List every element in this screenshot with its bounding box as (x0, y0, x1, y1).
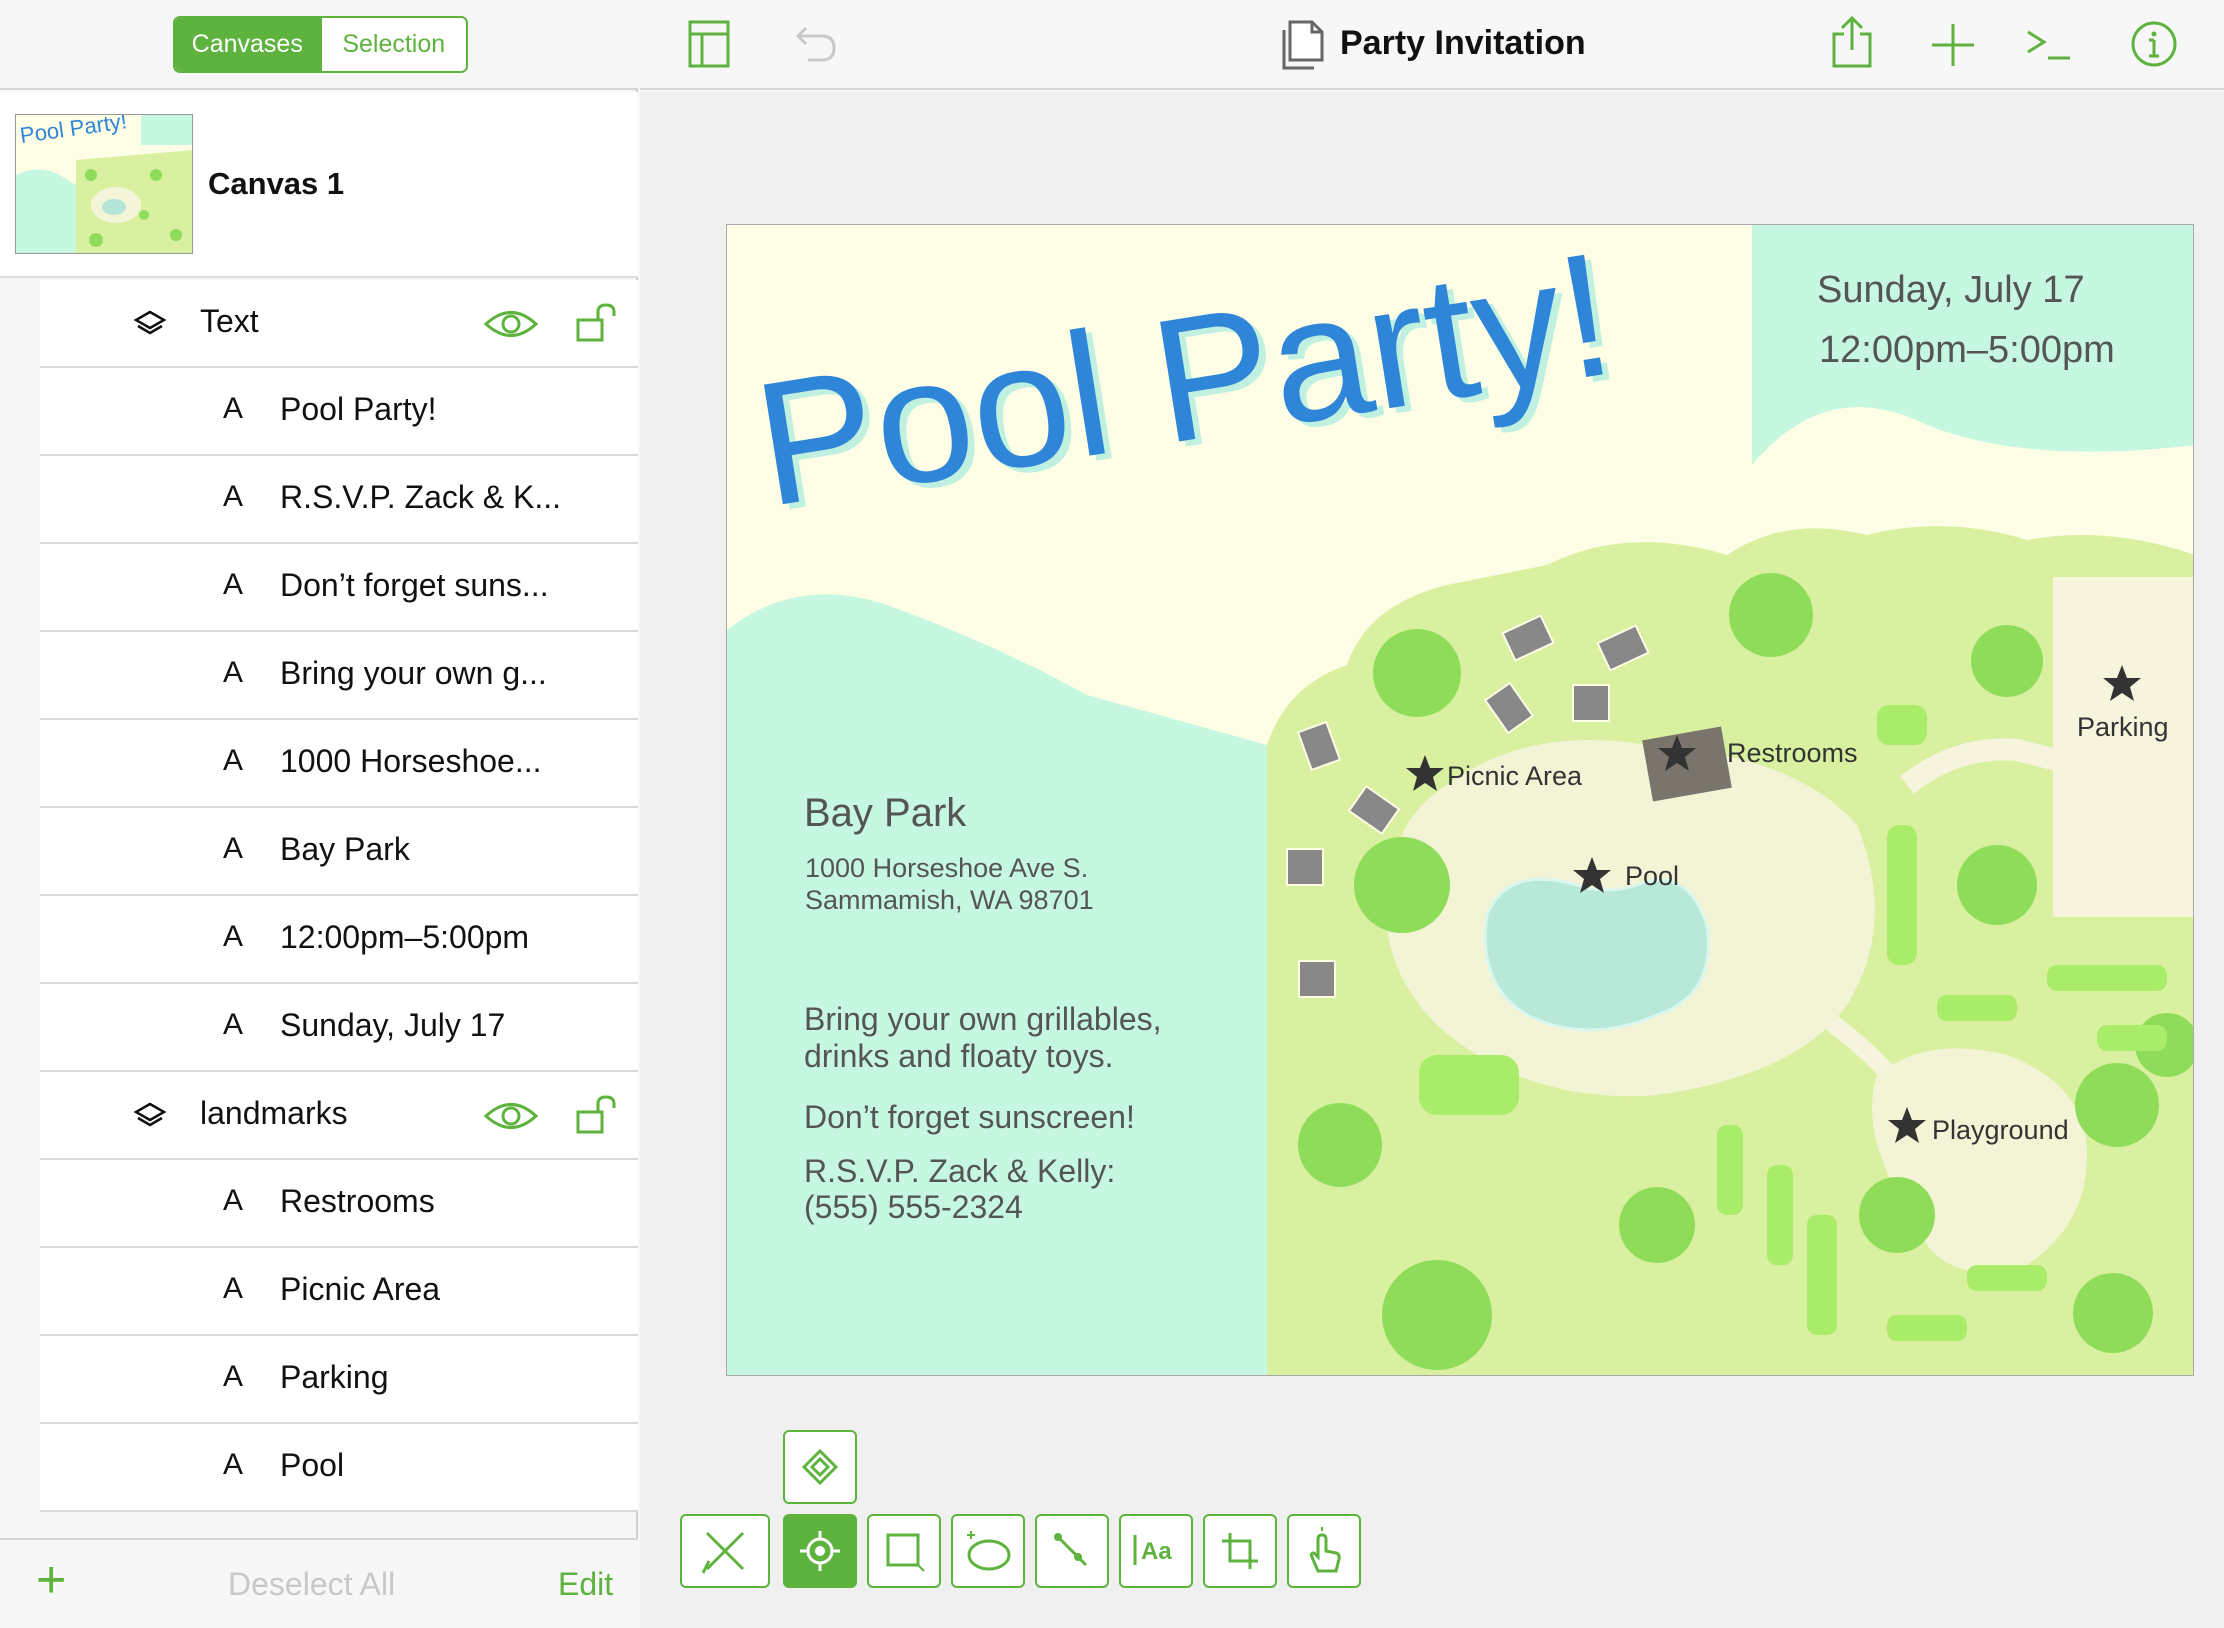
crop-tool-button[interactable] (1203, 1514, 1277, 1588)
sidebar-toggle-icon[interactable] (688, 20, 730, 73)
rsvp-line-1[interactable]: R.S.V.P. Zack & Kelly: (804, 1153, 1115, 1190)
landmark-picnic-area[interactable]: Picnic Area (1447, 761, 1582, 792)
console-icon[interactable] (2026, 28, 2072, 67)
text-object-icon: A (222, 656, 243, 689)
add-icon[interactable] (1930, 22, 1976, 73)
top-toolbar: Party Invitation (640, 0, 2224, 90)
object-name: R.S.V.P. Zack & K... (280, 479, 562, 515)
deselect-all-button[interactable]: Deselect All (228, 1566, 395, 1603)
shape-tool-button[interactable] (867, 1514, 941, 1588)
artboard[interactable]: Pool Party! Sunday, July 17 12:00pm–5:00… (726, 224, 2194, 1376)
landmark-parking[interactable]: Parking (2077, 712, 2169, 743)
object-name: Pool (280, 1447, 345, 1483)
canvas-name: Canvas 1 (208, 166, 345, 201)
text-object-icon: A (222, 1360, 243, 1393)
text-object-icon: A (222, 392, 243, 425)
line-tool-button[interactable] (1035, 1514, 1109, 1588)
venue-text[interactable]: Bay Park (804, 791, 966, 836)
text-object-icon: A (222, 1008, 243, 1041)
document-title[interactable]: Party Invitation (1340, 24, 1586, 63)
sidebar: Canvases Selection Pool Party! Canvas 1 … (0, 0, 638, 1628)
app: Canvases Selection Pool Party! Canvas 1 … (0, 0, 2224, 1628)
layer-item[interactable]: A Bring your own g... (40, 632, 638, 720)
layer-name: Text (200, 303, 259, 339)
object-name: Picnic Area (280, 1271, 441, 1307)
canvases-tab[interactable]: Canvases (175, 18, 320, 71)
pen-tool-button[interactable] (680, 1514, 770, 1588)
visibility-eye-icon[interactable] (483, 1099, 539, 1138)
address-line-2[interactable]: Sammamish, WA 98701 (805, 885, 1094, 916)
layer-row-landmarks[interactable]: landmarks (40, 1072, 638, 1160)
layer-icon (132, 1098, 167, 1142)
canvas-list-item[interactable]: Pool Party! Canvas 1 (0, 92, 638, 278)
unlock-icon[interactable] (576, 1094, 620, 1141)
info-icon[interactable] (2130, 20, 2178, 73)
object-name: 12:00pm–5:00pm (280, 919, 530, 955)
layer-item[interactable]: A Restrooms (40, 1160, 638, 1248)
text-object-icon: A (222, 1272, 243, 1305)
canvas-thumbnail: Pool Party! (15, 114, 193, 254)
layer-item[interactable]: A 12:00pm–5:00pm (40, 896, 638, 984)
layer-icon (132, 306, 167, 350)
layer-item[interactable]: A Bay Park (40, 808, 638, 896)
layer-item[interactable]: A 1000 Horseshoe... (40, 720, 638, 808)
object-name: Restrooms (280, 1183, 435, 1219)
sidebar-header: Canvases Selection (0, 0, 638, 90)
landmark-pool[interactable]: Pool (1625, 861, 1679, 892)
layer-item[interactable]: A R.S.V.P. Zack & K... (40, 456, 638, 544)
bring-line-2[interactable]: drinks and floaty toys. (804, 1038, 1113, 1075)
object-name: Don’t forget suns... (280, 567, 549, 603)
layer-item[interactable]: A Sunday, July 17 (40, 984, 638, 1072)
layer-row-text[interactable]: Text (40, 280, 638, 368)
document-icon (1280, 20, 1326, 75)
address-line-1[interactable]: 1000 Horseshoe Ave S. (805, 853, 1088, 884)
object-name: Pool Party! (280, 391, 437, 427)
selection-tool-button[interactable] (783, 1514, 857, 1588)
sunscreen-text[interactable]: Don’t forget sunscreen! (804, 1099, 1135, 1136)
layer-name: landmarks (200, 1095, 348, 1131)
undo-icon[interactable] (794, 24, 838, 69)
text-object-icon: A (222, 480, 243, 513)
touch-tool-button[interactable] (1287, 1514, 1361, 1588)
layers-list: Text A Pool Party! A R.S.V.P. Zack & K... … (0, 280, 638, 1512)
bring-line-1[interactable]: Bring your own grillables, (804, 1001, 1162, 1038)
landmark-restrooms[interactable]: Restrooms (1727, 738, 1858, 769)
object-name: Bring your own g... (280, 655, 547, 691)
time-text[interactable]: 12:00pm–5:00pm (1819, 329, 2115, 372)
text-object-icon: A (222, 744, 243, 777)
layer-item[interactable]: A Don’t forget suns... (40, 544, 638, 632)
sidebar-segmented-control: Canvases Selection (173, 16, 468, 73)
rsvp-line-2[interactable]: (555) 555-2324 (804, 1189, 1023, 1226)
add-button[interactable]: + (36, 1554, 66, 1606)
object-name: Parking (280, 1359, 389, 1395)
selection-tab[interactable]: Selection (319, 18, 466, 71)
visibility-eye-icon[interactable] (483, 307, 539, 346)
edit-button[interactable]: Edit (558, 1566, 613, 1603)
text-object-icon: A (222, 920, 243, 953)
text-tool-button[interactable]: Aa (1119, 1514, 1193, 1588)
layer-item[interactable]: A Pool (40, 1424, 638, 1512)
layer-item[interactable]: A Picnic Area (40, 1248, 638, 1336)
text-object-icon: A (222, 568, 243, 601)
svg-text:Aa: Aa (1141, 1538, 1172, 1565)
share-icon[interactable] (1830, 15, 1874, 75)
object-name: 1000 Horseshoe... (280, 743, 542, 779)
unlock-icon[interactable] (576, 302, 620, 349)
object-name: Sunday, July 17 (280, 1007, 506, 1043)
object-name: Bay Park (280, 831, 410, 867)
style-tool-button[interactable] (783, 1430, 857, 1504)
canvas-stage[interactable]: Pool Party! Sunday, July 17 12:00pm–5:00… (640, 92, 2224, 1628)
text-object-icon: A (222, 1184, 243, 1217)
diagram-tool-button[interactable] (951, 1514, 1025, 1588)
sidebar-footer: + Deselect All Edit (0, 1538, 638, 1628)
layer-item[interactable]: A Parking (40, 1336, 638, 1424)
landmark-playground[interactable]: Playground (1932, 1115, 2069, 1146)
text-object-icon: A (222, 832, 243, 865)
text-object-icon: A (222, 1448, 243, 1481)
layer-item[interactable]: A Pool Party! (40, 368, 638, 456)
date-text[interactable]: Sunday, July 17 (1817, 269, 2085, 312)
